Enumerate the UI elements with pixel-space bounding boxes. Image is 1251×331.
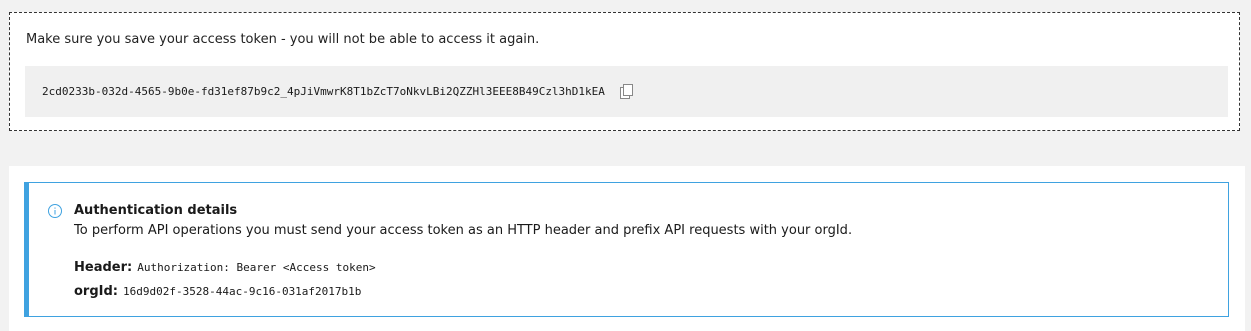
token-box: 2cd0233b-032d-4565-9b0e-fd31ef87b9c2_4pJ…: [25, 66, 1228, 117]
auth-info-content: Authentication details To perform API op…: [74, 202, 852, 301]
token-warning-message: Make sure you save your access token - y…: [26, 32, 540, 47]
orgid-label: orgId:: [74, 284, 118, 299]
auth-details-description: To perform API operations you must send …: [74, 223, 853, 238]
auth-details-title: Authentication details: [74, 203, 238, 218]
orgid-row: orgId: 16d9d02f-3528-44ac-9c16-031af2017…: [74, 283, 852, 301]
orgid-value: 16d9d02f-3528-44ac-9c16-031af2017b1b: [123, 285, 362, 298]
header-label: Header:: [74, 260, 133, 275]
token-panel: Make sure you save your access token - y…: [9, 12, 1240, 131]
copy-icon[interactable]: [618, 83, 636, 101]
access-token-value[interactable]: 2cd0233b-032d-4565-9b0e-fd31ef87b9c2_4pJ…: [42, 85, 605, 98]
auth-info-box: Authentication details To perform API op…: [24, 182, 1229, 317]
info-icon: [47, 203, 63, 219]
header-value: Authorization: Bearer <Access token>: [137, 261, 376, 274]
header-row: Header: Authorization: Bearer <Access to…: [74, 259, 852, 277]
auth-details-panel: Authentication details To perform API op…: [9, 166, 1245, 331]
